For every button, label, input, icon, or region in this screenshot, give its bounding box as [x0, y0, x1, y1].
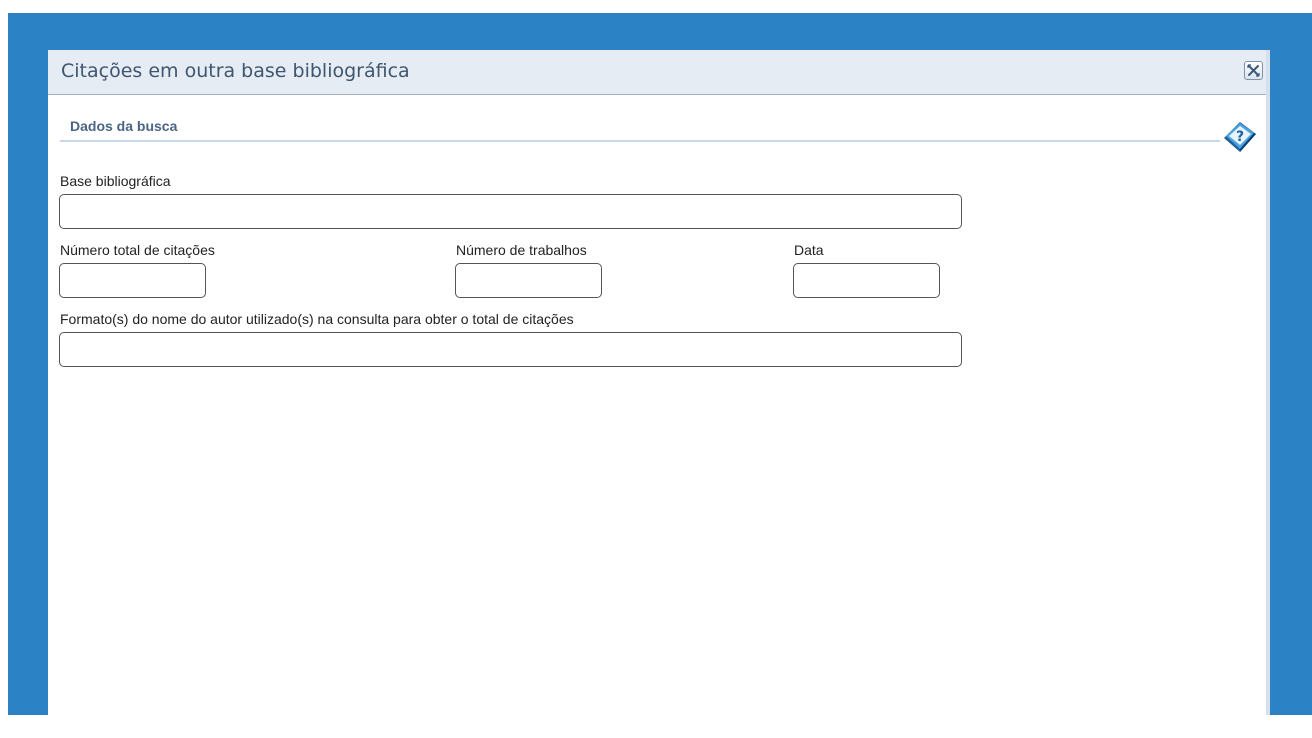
date-input[interactable]: [793, 263, 940, 298]
works-label: Número de trabalhos: [456, 242, 587, 258]
dialog-title: Citações em outra base bibliográfica: [61, 60, 410, 82]
close-icon: [1247, 64, 1260, 77]
section-divider: [60, 140, 1220, 142]
svg-text:?: ?: [1236, 129, 1244, 145]
help-book-icon[interactable]: ?: [1220, 116, 1260, 156]
author-format-label: Formato(s) do nome do autor utilizado(s)…: [60, 311, 574, 327]
works-input[interactable]: [455, 263, 602, 298]
screen: Citações em outra base bibliográfica Dad…: [0, 0, 1312, 738]
citations-dialog: Citações em outra base bibliográfica Dad…: [48, 50, 1270, 715]
total-citations-input[interactable]: [59, 263, 206, 298]
section-title: Dados da busca: [70, 118, 178, 134]
base-input[interactable]: [59, 194, 962, 229]
author-format-input[interactable]: [59, 332, 962, 367]
total-citations-label: Número total de citações: [60, 242, 215, 258]
dialog-header: Citações em outra base bibliográfica: [48, 50, 1266, 95]
date-label: Data: [794, 242, 824, 258]
close-button[interactable]: [1244, 61, 1263, 80]
base-label: Base bibliográfica: [60, 173, 171, 189]
